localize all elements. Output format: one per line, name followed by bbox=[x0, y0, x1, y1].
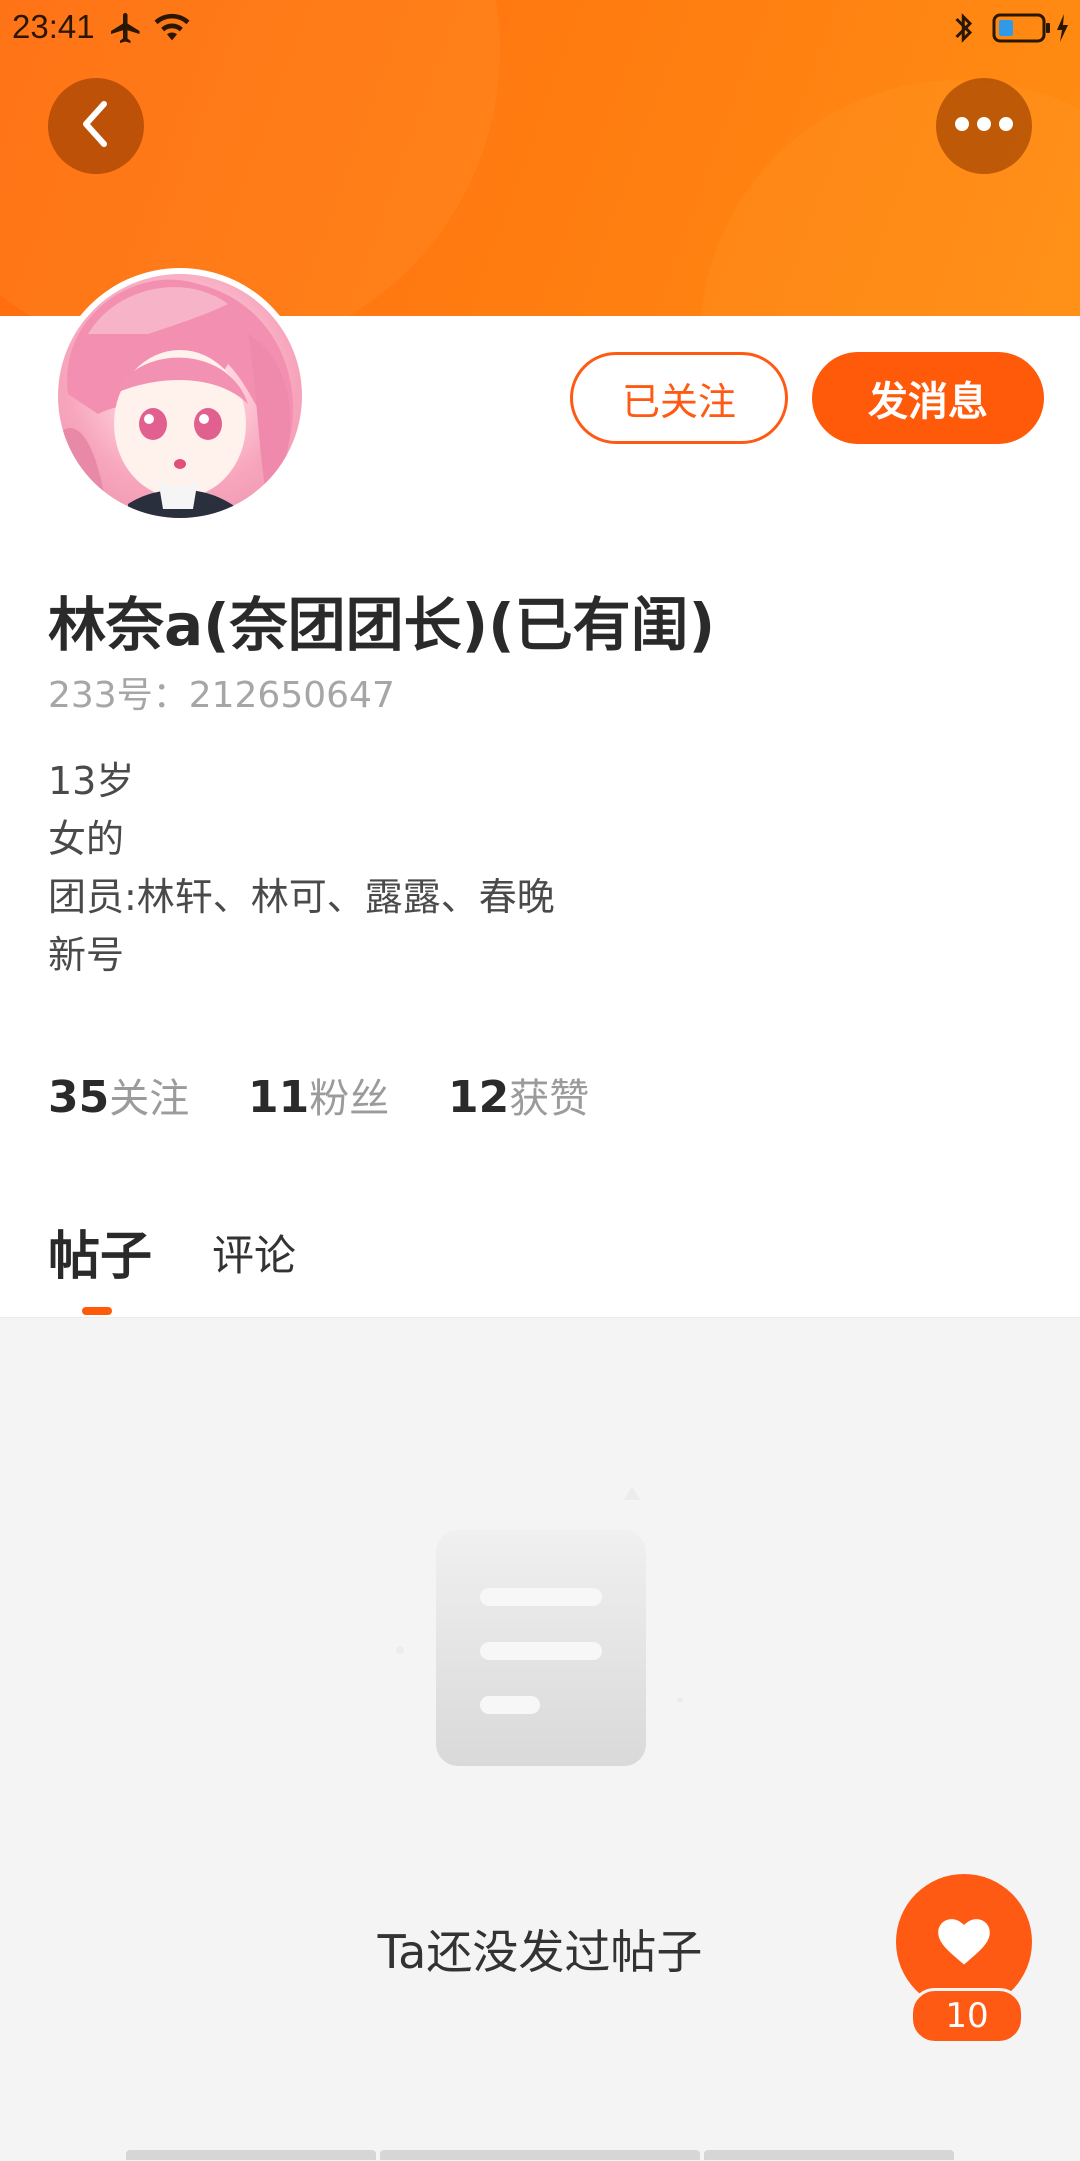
back-button[interactable] bbox=[48, 78, 144, 174]
stat-likes-count: 12 bbox=[448, 1072, 510, 1123]
avatar[interactable] bbox=[52, 268, 308, 524]
user-name: 林奈a(奈团团长)(已有闺) bbox=[48, 591, 716, 659]
bluetooth-icon bbox=[950, 10, 978, 54]
chevron-left-icon bbox=[74, 96, 118, 156]
battery-icon bbox=[992, 12, 1052, 52]
stat-fans-label: 粉丝 bbox=[309, 1076, 390, 1122]
like-count-badge: 10 bbox=[910, 1988, 1024, 2044]
stat-fans-count: 11 bbox=[248, 1072, 310, 1123]
bottom-segment bbox=[380, 2150, 700, 2160]
empty-document-icon bbox=[380, 1470, 700, 1790]
bio-line: 13岁 bbox=[48, 759, 135, 803]
bottom-segment bbox=[126, 2150, 376, 2160]
bio-line: 女的 bbox=[48, 817, 125, 861]
status-bar: 23:41 bbox=[0, 0, 1080, 56]
airplane-icon bbox=[108, 10, 144, 54]
send-message-button[interactable]: 发消息 bbox=[812, 352, 1044, 444]
wifi-icon bbox=[152, 10, 192, 52]
heart-icon bbox=[934, 1913, 994, 1971]
followed-button[interactable]: 已关注 bbox=[570, 352, 788, 444]
stat-following-label: 关注 bbox=[109, 1076, 190, 1122]
stat-following[interactable]: 35关注 bbox=[48, 1066, 189, 1124]
status-time: 23:41 bbox=[12, 8, 95, 45]
tab-active-indicator bbox=[82, 1307, 112, 1315]
tab-comments[interactable]: 评论 bbox=[212, 1222, 296, 1283]
bio-line: 团员:林轩、林可、露露、春晚 bbox=[48, 875, 555, 919]
tab-posts[interactable]: 帖子 bbox=[48, 1214, 152, 1289]
user-id: 233号：212650647 bbox=[48, 675, 395, 716]
stat-following-count: 35 bbox=[48, 1072, 110, 1123]
bio-line: 新号 bbox=[48, 933, 125, 977]
stat-likes-label: 获赞 bbox=[509, 1076, 590, 1122]
bottom-segment bbox=[704, 2150, 954, 2160]
more-dots-icon bbox=[952, 114, 1016, 138]
stat-likes[interactable]: 12获赞 bbox=[448, 1066, 589, 1124]
charging-icon bbox=[1054, 12, 1070, 52]
user-bio: 13岁 女的 团员:林轩、林可、露露、春晚 新号 bbox=[48, 752, 555, 984]
more-button[interactable] bbox=[936, 78, 1032, 174]
avatar-image bbox=[58, 274, 302, 518]
stat-fans[interactable]: 11粉丝 bbox=[248, 1066, 389, 1124]
